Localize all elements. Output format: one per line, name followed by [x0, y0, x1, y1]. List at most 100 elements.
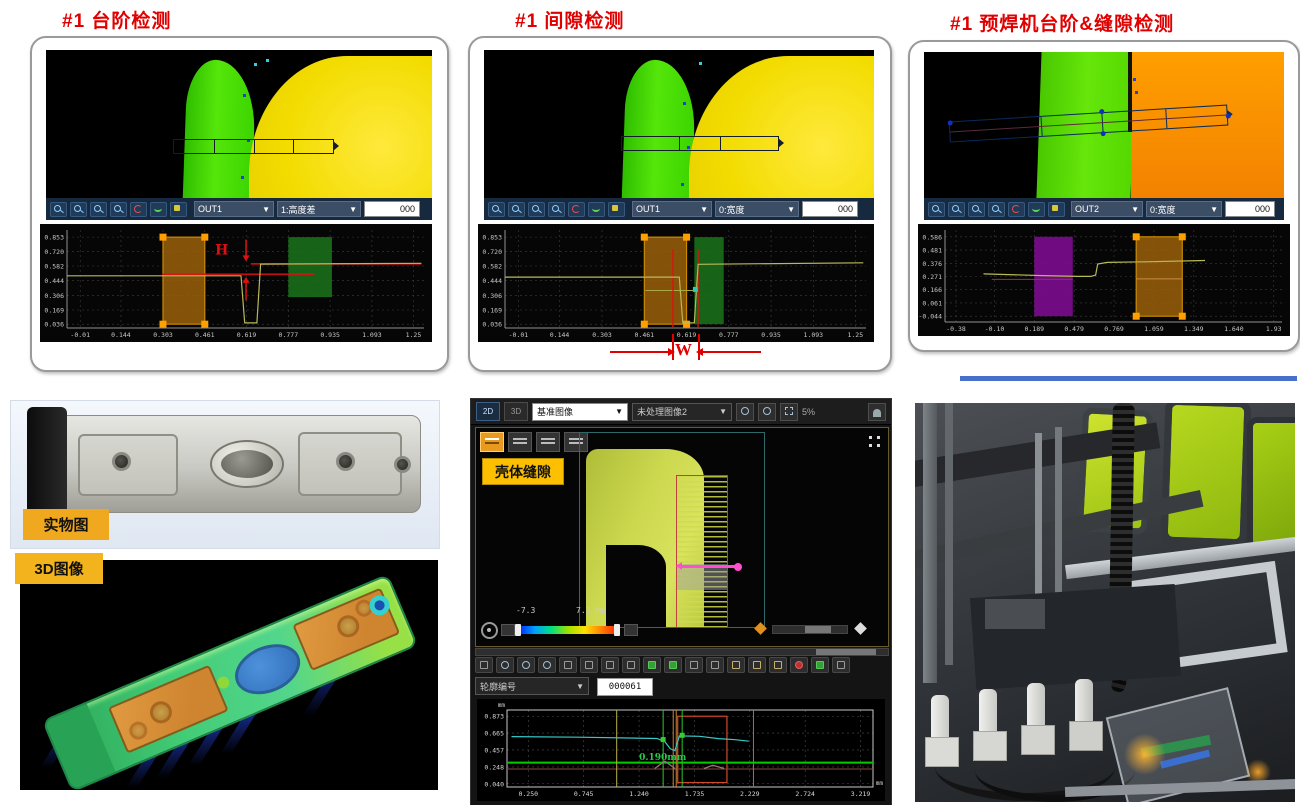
mode-select[interactable]: 1:高度差▼: [277, 201, 361, 217]
height-map-view[interactable]: [46, 50, 432, 198]
zoom-fit-icon[interactable]: [90, 202, 107, 217]
measure-area-icon[interactable]: [769, 657, 787, 673]
zoom-out-icon[interactable]: [517, 657, 535, 673]
height-image-icon[interactable]: [480, 432, 504, 452]
zoom-out-icon[interactable]: [508, 202, 525, 217]
fullscreen-icon[interactable]: [869, 436, 872, 439]
scroll-thumb[interactable]: [816, 649, 876, 655]
measure-roi-box[interactable]: [173, 139, 333, 154]
palette-button[interactable]: [501, 624, 515, 636]
zoom-fit-icon[interactable]: [780, 403, 798, 421]
svg-text:0.036: 0.036: [44, 321, 64, 329]
measure-roi-box[interactable]: [621, 136, 779, 151]
zoom-out-icon[interactable]: [70, 202, 87, 217]
scan-viewport[interactable]: [579, 432, 765, 628]
gap-scan-roi[interactable]: [676, 475, 728, 628]
height-colorbar[interactable]: [518, 626, 618, 634]
output-icon[interactable]: [1048, 202, 1065, 217]
scroll-thumb[interactable]: [805, 626, 831, 633]
svg-text:0.479: 0.479: [1064, 325, 1084, 333]
output-select[interactable]: OUT2▼: [1071, 201, 1143, 217]
mode-select[interactable]: 0:宽度▼: [1146, 201, 1222, 217]
roi-node[interactable]: [948, 121, 953, 126]
reset-icon[interactable]: [130, 202, 147, 217]
profile-graph-icon[interactable]: [508, 432, 532, 452]
roi-edit-green-icon[interactable]: [664, 657, 682, 673]
green-surface: [622, 59, 697, 198]
frame-column: [945, 403, 953, 665]
profile-icon[interactable]: [1028, 202, 1045, 217]
profile-number-value[interactable]: 000061: [597, 678, 653, 696]
mask-invert-icon[interactable]: [706, 657, 724, 673]
pan-icon[interactable]: [110, 202, 127, 217]
target-icon[interactable]: [481, 622, 498, 639]
tab-3d[interactable]: 3D: [504, 402, 528, 421]
profile-graph[interactable]: 0.8530.7200.5820.4440.3060.1690.036-0.01…: [478, 224, 874, 342]
green-surface: [182, 59, 257, 198]
profile-h-icon[interactable]: [580, 657, 598, 673]
user-icon[interactable]: [868, 403, 886, 421]
zoom-in-icon[interactable]: [50, 202, 67, 217]
chevron-down-icon: ▼: [262, 205, 270, 214]
zoom-out-icon[interactable]: [758, 403, 776, 421]
profile-v-icon[interactable]: [601, 657, 619, 673]
3d-view-icon[interactable]: [536, 432, 560, 452]
value-box[interactable]: 000: [802, 201, 858, 217]
end-cap: [44, 704, 115, 790]
colorbar-max-handle[interactable]: [614, 624, 620, 636]
profile-number-select[interactable]: 轮廓编号▼: [475, 677, 589, 695]
profile-icon[interactable]: [150, 202, 167, 217]
output-icon[interactable]: [170, 202, 187, 217]
zoom-in-icon[interactable]: [736, 403, 754, 421]
colorbar-options-button[interactable]: [624, 624, 638, 636]
value-box[interactable]: 000: [1225, 201, 1275, 217]
pan-icon[interactable]: [988, 202, 1005, 217]
output-icon[interactable]: [608, 202, 625, 217]
tab-2d[interactable]: 2D: [476, 402, 500, 421]
profile-graph[interactable]: 0.8530.7200.5820.4440.3060.1690.036-0.01…: [40, 224, 432, 342]
record-icon[interactable]: [790, 657, 808, 673]
marker-diamond-icon[interactable]: [854, 622, 867, 635]
output-select[interactable]: OUT1▼: [194, 201, 274, 217]
svg-text:0.444: 0.444: [482, 277, 502, 285]
roi-add-green-icon[interactable]: [643, 657, 661, 673]
zoom-region-icon[interactable]: [538, 657, 556, 673]
h-scrollbar[interactable]: [772, 625, 848, 634]
noise-dot: [699, 62, 702, 65]
pointer-icon[interactable]: [475, 657, 493, 673]
zoom-in-icon[interactable]: [488, 202, 505, 217]
image-viewer[interactable]: 壳体缝隙 -7.3 7.3 mm: [475, 427, 889, 647]
reset-icon[interactable]: [568, 202, 585, 217]
measure-width-icon[interactable]: [727, 657, 745, 673]
roi-node[interactable]: [1099, 109, 1104, 114]
svg-text:2.229: 2.229: [740, 790, 760, 798]
export-green-icon[interactable]: [811, 657, 829, 673]
colorbar-min-handle[interactable]: [515, 624, 521, 636]
zoom-fit-icon[interactable]: [968, 202, 985, 217]
mask-icon[interactable]: [685, 657, 703, 673]
zoom-out-icon[interactable]: [948, 202, 965, 217]
output-select[interactable]: OUT1▼: [632, 201, 712, 217]
reset-icon[interactable]: [1008, 202, 1025, 217]
zoom-fit-icon[interactable]: [528, 202, 545, 217]
scale-min-label: -7.3: [516, 606, 535, 615]
height-map-view[interactable]: [484, 50, 874, 198]
grid-icon[interactable]: [622, 657, 640, 673]
report-icon[interactable]: [832, 657, 850, 673]
svg-text:0.061: 0.061: [922, 299, 942, 307]
profile-graph[interactable]: 0.5860.4810.3760.2710.1660.061-0.044-0.3…: [918, 224, 1290, 336]
pan-icon[interactable]: [548, 202, 565, 217]
processed-image-select[interactable]: 未处理图像2▼: [632, 403, 732, 421]
pan-icon[interactable]: [559, 657, 577, 673]
split-scrollbar[interactable]: [475, 648, 889, 656]
base-image-select[interactable]: 基准图像▼: [532, 403, 628, 421]
zoom-in-icon[interactable]: [496, 657, 514, 673]
profile-icon[interactable]: [588, 202, 605, 217]
mode-select[interactable]: 0:宽度▼: [715, 201, 799, 217]
value-box[interactable]: 000: [364, 201, 420, 217]
svg-text:0.306: 0.306: [482, 292, 502, 300]
zoom-in-icon[interactable]: [928, 202, 945, 217]
gap-profile-graph[interactable]: 0.8730.6650.4570.2480.0400.2500.7451.240…: [477, 699, 885, 801]
height-map-view[interactable]: [924, 52, 1284, 198]
measure-height-icon[interactable]: [748, 657, 766, 673]
